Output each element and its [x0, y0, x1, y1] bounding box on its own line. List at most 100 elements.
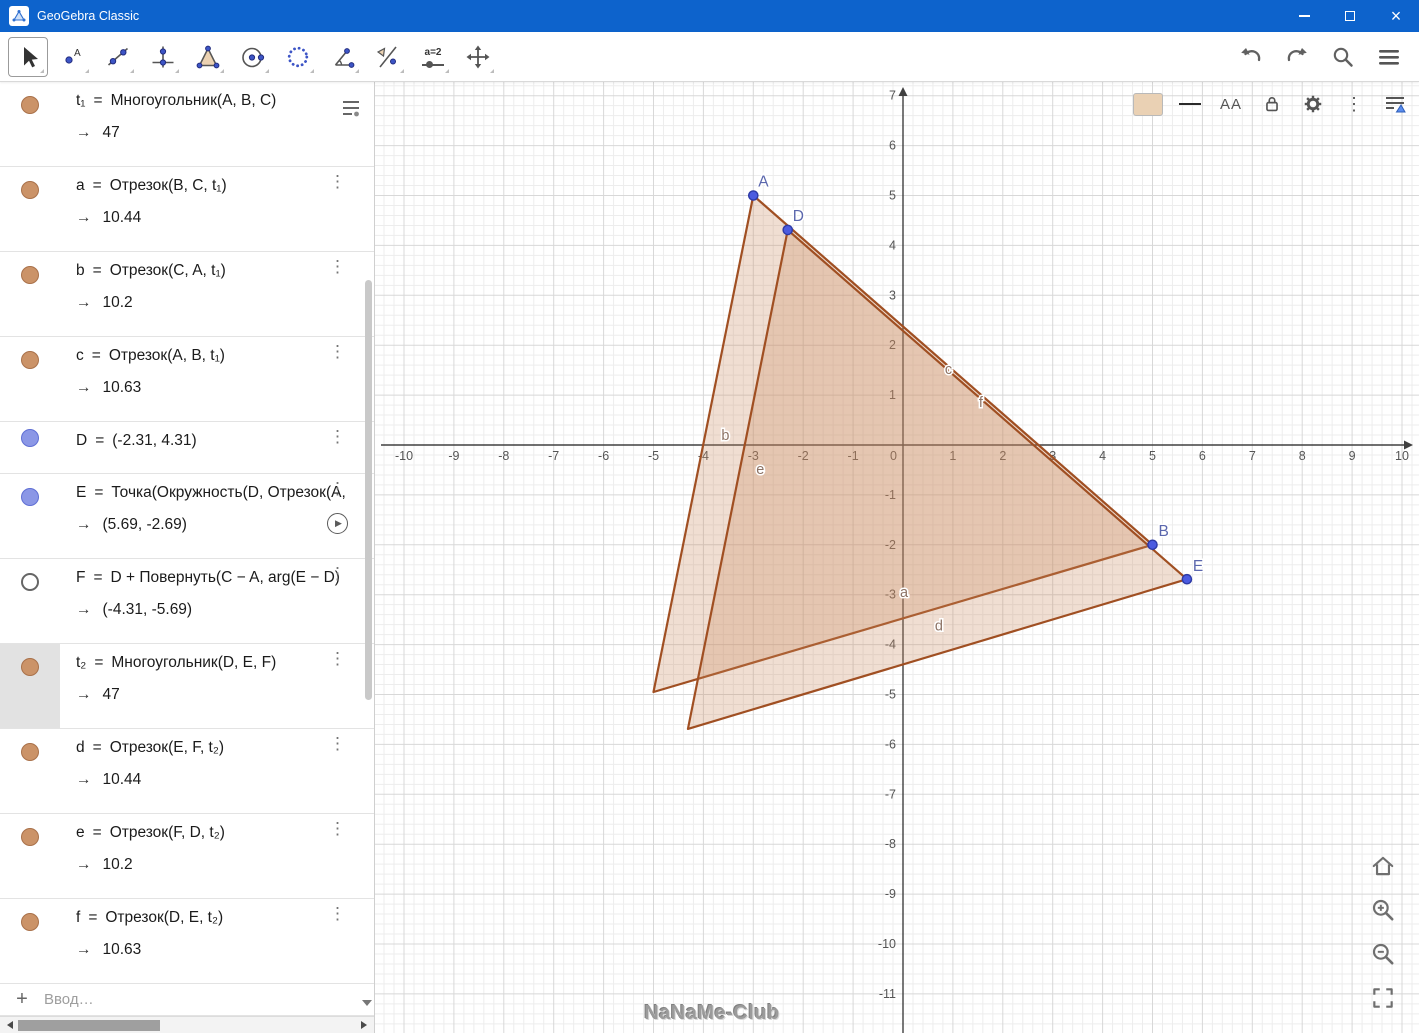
row-menu-button[interactable]: ⋮ [329, 173, 346, 190]
visibility-toggle[interactable] [21, 573, 39, 591]
svg-text:-9: -9 [885, 887, 896, 901]
algebra-style-bar-button[interactable] [336, 92, 366, 122]
title-bar: GeoGebra Classic × [0, 0, 1419, 32]
output-arrow-icon: → [76, 686, 92, 703]
segment-label-c[interactable]: c [943, 361, 953, 380]
zoom-in-button[interactable] [1369, 896, 1397, 924]
undo-button[interactable] [1235, 41, 1267, 73]
algebra-vertical-scroll-thumb[interactable] [365, 280, 372, 700]
graphics-view[interactable]: -10 -9 -8 -7 -6 -5 -4 -3 -2 -1 1 2 3 4 5 6 7 8 9 10 0 -11 -10-… [375, 82, 1419, 1033]
visibility-toggle[interactable] [21, 913, 39, 931]
zoom-out-button[interactable] [1369, 940, 1397, 968]
visibility-toggle[interactable] [21, 743, 39, 761]
more-options-button[interactable]: ⋮ [1340, 90, 1368, 118]
row-menu-button[interactable]: ⋮ [329, 428, 346, 445]
svg-text:9: 9 [1349, 449, 1356, 463]
algebra-row-D[interactable]: D = (-2.31, 4.31) ⋮ [0, 422, 374, 474]
search-icon [1333, 47, 1353, 67]
algebra-row-F[interactable]: F = D + Повернуть(C − A, arg(E − D) → (-4.3… [0, 559, 374, 644]
line-tool[interactable] [98, 36, 138, 77]
point-E[interactable] [1181, 573, 1193, 585]
visibility-toggle[interactable] [21, 266, 39, 284]
settings-gear-button[interactable] [1299, 90, 1327, 118]
row-menu-button[interactable]: ⋮ [329, 820, 346, 837]
algebra-input[interactable] [44, 991, 374, 1008]
play-animation-button[interactable]: ▶ [327, 513, 348, 534]
point-tool[interactable]: A [53, 36, 93, 77]
segment-label-b[interactable]: b [720, 427, 731, 446]
home-button[interactable] [1369, 852, 1397, 880]
algebra-row-E[interactable]: E = Точка(Окружность(D, Отрезок(A, → (5.69,… [0, 474, 374, 559]
row-menu-button[interactable]: ⋮ [329, 343, 346, 360]
algebra-row-d[interactable]: d = Отрезок(E, F, t₂) → 10.44 ⋮ [0, 729, 374, 814]
point-label-A: A [758, 174, 769, 191]
object-value: 10.44 [102, 771, 142, 788]
close-button[interactable]: × [1373, 0, 1419, 32]
point-A[interactable] [747, 190, 759, 201]
algebra-row-b[interactable]: b = Отрезок(C, A, t₁) → 10.2 ⋮ [0, 252, 374, 337]
maximize-icon [1345, 11, 1355, 21]
perpendicular-line-tool[interactable] [143, 36, 183, 77]
horizontal-scroll-thumb[interactable] [18, 1020, 160, 1031]
main-menu-button[interactable] [1373, 41, 1405, 73]
visibility-toggle[interactable] [21, 488, 39, 506]
equals-sign: = [91, 347, 101, 364]
move-graphics-view-tool[interactable] [458, 36, 498, 77]
view-style-bar-toggle[interactable] [1381, 90, 1409, 118]
algebra-row-t₂[interactable]: t₂ = Многоугольник(D, E, F) → 47 ⋮ [0, 644, 374, 729]
fullscreen-button[interactable] [1369, 984, 1397, 1012]
circle-tool[interactable] [233, 36, 273, 77]
algebra-row-c[interactable]: c = Отрезок(A, B, t₁) → 10.63 ⋮ [0, 337, 374, 422]
add-expression-button[interactable]: + [0, 988, 44, 1011]
output-arrow-icon: → [76, 601, 92, 618]
slider-tool[interactable]: a=2 [413, 36, 453, 77]
watermark: NaNaMe-Club [644, 1002, 780, 1024]
move-tool[interactable] [8, 36, 48, 77]
segment-label-e[interactable]: e [755, 460, 766, 479]
redo-button[interactable] [1281, 41, 1313, 73]
segment-label-a[interactable]: a [899, 584, 911, 603]
visibility-toggle[interactable] [21, 181, 39, 199]
transform-tool[interactable] [368, 36, 408, 77]
conic-tool[interactable] [278, 36, 318, 77]
polygon-tool[interactable] [188, 36, 228, 77]
segment-label-d[interactable]: d [933, 617, 944, 636]
visibility-toggle[interactable] [21, 828, 39, 846]
search-button[interactable] [1327, 41, 1359, 73]
algebra-row-e[interactable]: e = Отрезок(F, D, t₂) → 10.2 ⋮ [0, 814, 374, 899]
row-menu-button[interactable]: ⋮ [329, 258, 346, 275]
minimize-button[interactable] [1281, 0, 1327, 32]
algebra-row-a[interactable]: a = Отрезок(B, C, t₁) → 10.44 ⋮ [0, 167, 374, 252]
point-D[interactable] [782, 224, 794, 236]
line-style-button[interactable] [1176, 90, 1204, 118]
graphics-svg[interactable]: -10 -9 -8 -7 -6 -5 -4 -3 -2 -1 1 2 3 4 5 6 7 8 9 100-11-10-… [375, 82, 1419, 1033]
definition-line: e = Отрезок(F, D, t₂) [76, 824, 340, 842]
scroll-left-button[interactable] [2, 1017, 18, 1033]
point-icon: A [65, 48, 81, 64]
row-menu-button[interactable]: ⋮ [329, 480, 346, 497]
visibility-toggle[interactable] [21, 351, 39, 369]
row-menu-button[interactable]: ⋮ [329, 905, 346, 922]
label-style-button[interactable]: AA [1217, 90, 1245, 118]
row-menu-button[interactable]: ⋮ [329, 565, 346, 582]
point-B[interactable] [1147, 539, 1158, 551]
svg-text:-6: -6 [885, 737, 896, 751]
angle-tool[interactable] [323, 36, 363, 77]
svg-text:5: 5 [889, 189, 896, 203]
visibility-toggle[interactable] [21, 429, 39, 447]
scroll-right-button[interactable] [356, 1017, 372, 1033]
maximize-button[interactable] [1327, 0, 1373, 32]
row-menu-button[interactable]: ⋮ [329, 735, 346, 752]
algebra-row-f[interactable]: f = Отрезок(D, E, t₂) → 10.63 ⋮ [0, 899, 374, 984]
visibility-toggle[interactable] [21, 96, 39, 114]
lock-button[interactable] [1258, 90, 1286, 118]
algebra-row-t₁[interactable]: t₁ = Многоугольник(A, B, C) → 47 [0, 82, 374, 167]
plus-icon: + [16, 988, 28, 1010]
algebra-horizontal-scrollbar[interactable] [0, 1016, 374, 1033]
color-swatch-button[interactable] [1133, 92, 1163, 116]
visibility-cell [0, 422, 60, 473]
scroll-down-button[interactable] [362, 1000, 372, 1006]
visibility-toggle[interactable] [21, 658, 39, 676]
row-menu-button[interactable]: ⋮ [329, 650, 346, 667]
line-icon [107, 47, 129, 66]
